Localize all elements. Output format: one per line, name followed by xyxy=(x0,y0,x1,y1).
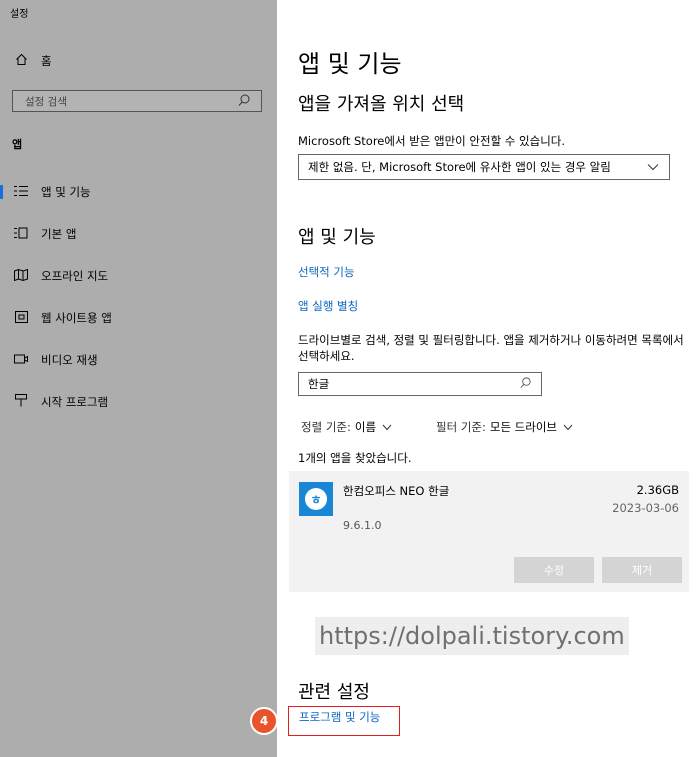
chevron-down-icon xyxy=(382,420,392,434)
app-icon-glyph: ㅎ xyxy=(305,488,327,510)
search-description: 드라이브별로 검색, 정렬 및 필터링합니다. 앱을 제거하거나 이동하려면 목… xyxy=(298,333,684,363)
home-icon xyxy=(13,53,29,69)
chevron-down-icon xyxy=(563,420,573,434)
settings-search-input[interactable]: 설정 검색 xyxy=(12,90,262,112)
sidebar-item-offline-maps[interactable]: 오프라인 지도 xyxy=(0,261,277,291)
sort-dropdown[interactable]: 정렬 기준: 이름 xyxy=(301,419,392,435)
sidebar-item-label: 웹 사이트용 앱 xyxy=(41,311,112,325)
app-list-item-selected[interactable]: ㅎ 한컴오피스 NEO 한글 2.36GB 2023-03-06 9.6.1.0… xyxy=(289,471,689,592)
app-name: 한컴오피스 NEO 한글 xyxy=(343,484,450,498)
apps-features-icon xyxy=(13,185,29,200)
hancom-hangul-app-icon: ㅎ xyxy=(299,482,333,516)
main-content: 앱 및 기능 앱을 가져올 위치 선택 Microsoft Store에서 받은… xyxy=(250,0,700,757)
filter-dropdown[interactable]: 필터 기준: 모든 드라이브 xyxy=(436,419,573,435)
sort-value: 이름 xyxy=(354,420,377,434)
sidebar-item-default-apps[interactable]: 기본 앱 xyxy=(0,219,277,249)
app-size: 2.36GB xyxy=(636,483,679,497)
sort-label: 정렬 기준: xyxy=(301,420,351,434)
sidebar-item-home[interactable]: 홈 xyxy=(0,46,277,76)
app-search-input[interactable]: 한글 xyxy=(298,372,542,396)
modify-button[interactable]: 수정 xyxy=(514,557,594,583)
sidebar-item-label: 시작 프로그램 xyxy=(41,395,109,409)
web-apps-icon xyxy=(13,310,29,326)
selected-indicator xyxy=(0,185,3,199)
install-heading: 앱을 가져올 위치 선택 xyxy=(298,94,465,115)
search-placeholder: 설정 검색 xyxy=(25,95,67,108)
sidebar-item-label: 앱 및 기능 xyxy=(41,185,91,199)
sidebar-item-label: 오프라인 지도 xyxy=(41,269,109,283)
sidebar-item-label: 홈 xyxy=(41,54,52,68)
sidebar-item-video-playback[interactable]: 비디오 재생 xyxy=(0,345,277,375)
startup-icon xyxy=(13,394,29,410)
dropdown-value: 제한 없음. 단, Microsoft Store에 유사한 앱이 있는 경우 … xyxy=(308,160,611,174)
apps-heading: 앱 및 기능 xyxy=(298,227,376,248)
app-execution-alias-link[interactable]: 앱 실행 별칭 xyxy=(298,298,358,314)
sidebar-item-startup[interactable]: 시작 프로그램 xyxy=(0,387,277,417)
sidebar: 설정 홈 설정 검색 앱 앱 및 기능 기본 앱 오프라인 지도 웹 사이트용 … xyxy=(0,0,277,757)
sidebar-item-label: 기본 앱 xyxy=(41,227,77,241)
install-description: Microsoft Store에서 받은 앱만이 안전할 수 있습니다. xyxy=(298,134,566,148)
app-install-date: 2023-03-06 xyxy=(612,501,679,515)
related-settings-heading: 관련 설정 xyxy=(298,682,370,703)
sidebar-item-apps-features[interactable]: 앱 및 기능 xyxy=(0,177,277,207)
blog-watermark: https://dolpali.tistory.com xyxy=(315,617,629,655)
programs-and-features-link[interactable]: 프로그램 및 기능 xyxy=(299,709,380,725)
offline-maps-icon xyxy=(13,268,29,284)
search-icon[interactable] xyxy=(519,376,541,392)
section-title: 앱 xyxy=(12,138,23,151)
sidebar-item-web-apps[interactable]: 웹 사이트용 앱 xyxy=(0,303,277,333)
install-source-dropdown[interactable]: 제한 없음. 단, Microsoft Store에 유사한 앱이 있는 경우 … xyxy=(298,154,670,180)
window-title: 설정 xyxy=(10,9,29,20)
result-count: 1개의 앱을 찾았습니다. xyxy=(298,451,412,465)
search-icon[interactable] xyxy=(237,92,255,111)
video-playback-icon xyxy=(13,353,29,367)
chevron-down-icon xyxy=(647,160,669,174)
sidebar-item-label: 비디오 재생 xyxy=(41,353,98,367)
optional-features-link[interactable]: 선택적 기능 xyxy=(298,264,355,280)
filter-label: 필터 기준: xyxy=(436,420,486,434)
filter-value: 모든 드라이브 xyxy=(489,420,557,434)
step-badge: 4 xyxy=(250,707,278,735)
app-version: 9.6.1.0 xyxy=(343,519,382,532)
default-apps-icon xyxy=(13,227,29,242)
page-title: 앱 및 기능 xyxy=(298,50,402,78)
search-value: 한글 xyxy=(308,377,330,391)
uninstall-button[interactable]: 제거 xyxy=(602,557,682,583)
